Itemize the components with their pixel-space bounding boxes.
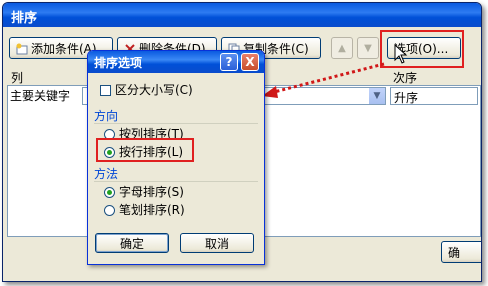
radio-icon[interactable] (104, 205, 115, 216)
direction-divider (94, 123, 258, 124)
column-header: 列 (11, 71, 24, 85)
close-icon: X (245, 55, 255, 69)
method-divider (94, 181, 258, 182)
stroke-sort-radio[interactable]: 笔划排序(R) (104, 201, 185, 217)
dialog-title: 排序选项 (94, 56, 143, 70)
ok-button[interactable]: 确定 (95, 233, 169, 253)
case-sensitive-label: 区分大小写(C) (115, 83, 193, 97)
move-down-button[interactable]: ▼ (357, 37, 379, 59)
mouse-cursor-icon (394, 44, 408, 64)
case-sensitive-checkbox[interactable]: 区分大小写(C) (100, 81, 193, 97)
radio-selected-icon[interactable] (104, 187, 115, 198)
options-highlight (380, 30, 464, 68)
dialog-title-bar: 排序选项 ? X (88, 51, 264, 73)
window-title: 排序 (11, 11, 38, 26)
pointer-arrow-icon (262, 62, 385, 98)
primary-key-label: 主要关键字 (10, 89, 71, 103)
help-icon: ? (225, 55, 233, 69)
main-ok-button[interactable]: 确 (441, 241, 481, 263)
move-up-icon: ▲ (338, 43, 346, 54)
help-button[interactable]: ? (220, 53, 238, 71)
title-bar: 排序 (3, 3, 481, 27)
method-group-label: 方法 (94, 167, 119, 181)
alpha-sort-label: 字母排序(S) (119, 185, 184, 199)
stroke-sort-label: 笔划排序(R) (119, 203, 185, 217)
order-value: 升序 (394, 91, 419, 105)
alpha-sort-radio[interactable]: 字母排序(S) (104, 183, 184, 199)
ok-label: 确定 (119, 237, 144, 251)
by-row-highlight (96, 138, 194, 162)
move-down-icon: ▼ (364, 43, 372, 54)
main-ok-label: 确 (448, 246, 461, 260)
add-condition-icon (16, 40, 28, 55)
order-header: 次序 (393, 71, 418, 85)
checkbox-icon[interactable] (100, 85, 111, 96)
move-up-button[interactable]: ▲ (331, 37, 353, 59)
cancel-button[interactable]: 取消 (180, 233, 254, 253)
close-button[interactable]: X (241, 53, 259, 71)
cancel-label: 取消 (204, 237, 229, 251)
order-select[interactable]: 升序 (390, 87, 478, 105)
direction-group-label: 方向 (94, 109, 119, 123)
